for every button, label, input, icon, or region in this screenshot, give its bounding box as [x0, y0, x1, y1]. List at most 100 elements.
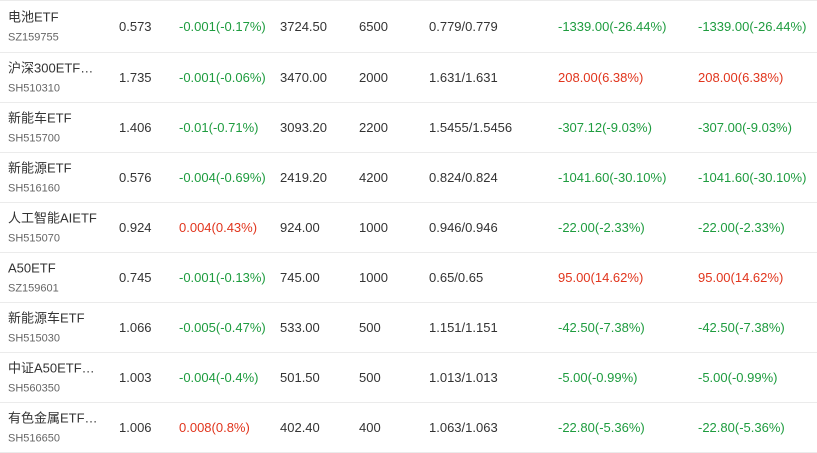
position-quantity: 2000	[359, 69, 388, 85]
price-change: -0.001(-0.17%)	[179, 18, 266, 34]
floating-pnl: -5.00(-0.99%)	[558, 369, 638, 385]
price-change: -0.005(-0.47%)	[179, 319, 266, 335]
table-row[interactable]: 电池ETF SZ159755 0.573 -0.001(-0.17%) 3724…	[0, 0, 817, 53]
security-code: SH515070	[8, 232, 60, 244]
market-value: 745.00	[280, 269, 320, 285]
security-cell: A50ETF SZ159601	[8, 260, 108, 295]
market-value: 402.40	[280, 419, 320, 435]
security-name: 新能源车ETF	[8, 310, 85, 325]
security-cell: 人工智能AIETF SH515070	[8, 210, 108, 245]
cost-price: 1.151/1.151	[429, 319, 498, 335]
security-name: 人工智能AIETF	[8, 210, 97, 225]
current-price: 0.745	[119, 269, 152, 285]
total-pnl: -42.50(-7.38%)	[698, 319, 785, 335]
security-code: SZ159755	[8, 31, 59, 43]
total-pnl: -307.00(-9.03%)	[698, 119, 792, 135]
position-quantity: 500	[359, 369, 381, 385]
security-cell: 电池ETF SZ159755	[8, 9, 108, 44]
table-row[interactable]: A50ETF SZ159601 0.745 -0.001(-0.13%) 745…	[0, 253, 817, 303]
total-pnl: -22.00(-2.33%)	[698, 219, 785, 235]
current-price: 0.573	[119, 18, 152, 34]
floating-pnl: 95.00(14.62%)	[558, 269, 644, 285]
position-quantity: 500	[359, 319, 381, 335]
market-value: 3470.00	[280, 69, 327, 85]
cost-price: 1.631/1.631	[429, 69, 498, 85]
position-quantity: 1000	[359, 269, 388, 285]
security-code: SH515700	[8, 132, 60, 144]
current-price: 0.924	[119, 219, 152, 235]
total-pnl: 208.00(6.38%)	[698, 69, 784, 85]
cost-price: 1.013/1.013	[429, 369, 498, 385]
market-value: 533.00	[280, 319, 320, 335]
table-row[interactable]: 人工智能AIETF SH515070 0.924 0.004(0.43%) 92…	[0, 203, 817, 253]
total-pnl: -5.00(-0.99%)	[698, 369, 778, 385]
table-row[interactable]: 沪深300ETF… SH510310 1.735 -0.001(-0.06%) …	[0, 53, 817, 103]
price-change: -0.004(-0.69%)	[179, 169, 266, 185]
floating-pnl: -1041.60(-30.10%)	[558, 169, 667, 185]
security-cell: 新能源ETF SH516160	[8, 160, 108, 195]
market-value: 501.50	[280, 369, 320, 385]
total-pnl: -1339.00(-26.44%)	[698, 18, 807, 34]
market-value: 3093.20	[280, 119, 327, 135]
position-quantity: 2200	[359, 119, 388, 135]
security-cell: 新能源车ETF SH515030	[8, 310, 108, 345]
security-cell: 中证A50ETF… SH560350	[8, 360, 108, 395]
holdings-table: 电池ETF SZ159755 0.573 -0.001(-0.17%) 3724…	[0, 0, 817, 453]
market-value: 2419.20	[280, 169, 327, 185]
security-name: A50ETF	[8, 260, 56, 275]
price-change: -0.01(-0.71%)	[179, 119, 259, 135]
current-price: 0.576	[119, 169, 152, 185]
security-name: 中证A50ETF…	[8, 360, 95, 375]
security-code: SH516160	[8, 182, 60, 194]
cost-price: 0.946/0.946	[429, 219, 498, 235]
price-change: 0.004(0.43%)	[179, 219, 258, 235]
cost-price: 0.779/0.779	[429, 18, 498, 34]
cost-price: 1.063/1.063	[429, 419, 498, 435]
floating-pnl: -307.12(-9.03%)	[558, 119, 652, 135]
total-pnl: -22.80(-5.36%)	[698, 419, 785, 435]
price-change: -0.001(-0.13%)	[179, 269, 266, 285]
cost-price: 0.824/0.824	[429, 169, 498, 185]
security-code: SH560350	[8, 382, 60, 394]
floating-pnl: -42.50(-7.38%)	[558, 319, 645, 335]
security-cell: 沪深300ETF… SH510310	[8, 60, 108, 95]
total-pnl: -1041.60(-30.10%)	[698, 169, 807, 185]
floating-pnl: -22.80(-5.36%)	[558, 419, 645, 435]
table-row[interactable]: 新能车ETF SH515700 1.406 -0.01(-0.71%) 3093…	[0, 103, 817, 153]
security-code: SH515030	[8, 332, 60, 344]
current-price: 1.406	[119, 119, 152, 135]
security-name: 沪深300ETF…	[8, 60, 94, 75]
price-change: 0.008(0.8%)	[179, 419, 250, 435]
security-name: 新能车ETF	[8, 110, 72, 125]
floating-pnl: 208.00(6.38%)	[558, 69, 644, 85]
price-change: -0.004(-0.4%)	[179, 369, 259, 385]
floating-pnl: -22.00(-2.33%)	[558, 219, 645, 235]
security-name: 有色金属ETF…	[8, 410, 98, 425]
position-quantity: 6500	[359, 18, 388, 34]
security-code: SZ159601	[8, 282, 59, 294]
table-row[interactable]: 新能源ETF SH516160 0.576 -0.004(-0.69%) 241…	[0, 153, 817, 203]
position-quantity: 4200	[359, 169, 388, 185]
table-row[interactable]: 中证A50ETF… SH560350 1.003 -0.004(-0.4%) 5…	[0, 353, 817, 403]
cost-price: 1.5455/1.5456	[429, 119, 513, 135]
security-cell: 新能车ETF SH515700	[8, 110, 108, 145]
security-cell: 有色金属ETF… SH516650	[8, 410, 108, 445]
price-change: -0.001(-0.06%)	[179, 69, 266, 85]
market-value: 924.00	[280, 219, 320, 235]
current-price: 1.735	[119, 69, 152, 85]
cost-price: 0.65/0.65	[429, 269, 484, 285]
security-name: 电池ETF	[8, 9, 59, 24]
market-value: 3724.50	[280, 18, 327, 34]
current-price: 1.006	[119, 419, 152, 435]
position-quantity: 400	[359, 419, 381, 435]
floating-pnl: -1339.00(-26.44%)	[558, 18, 667, 34]
current-price: 1.066	[119, 319, 152, 335]
current-price: 1.003	[119, 369, 152, 385]
security-name: 新能源ETF	[8, 160, 72, 175]
table-row[interactable]: 新能源车ETF SH515030 1.066 -0.005(-0.47%) 53…	[0, 303, 817, 353]
total-pnl: 95.00(14.62%)	[698, 269, 784, 285]
position-quantity: 1000	[359, 219, 388, 235]
table-row[interactable]: 有色金属ETF… SH516650 1.006 0.008(0.8%) 402.…	[0, 403, 817, 453]
security-code: SH516650	[8, 432, 60, 444]
security-code: SH510310	[8, 82, 60, 94]
